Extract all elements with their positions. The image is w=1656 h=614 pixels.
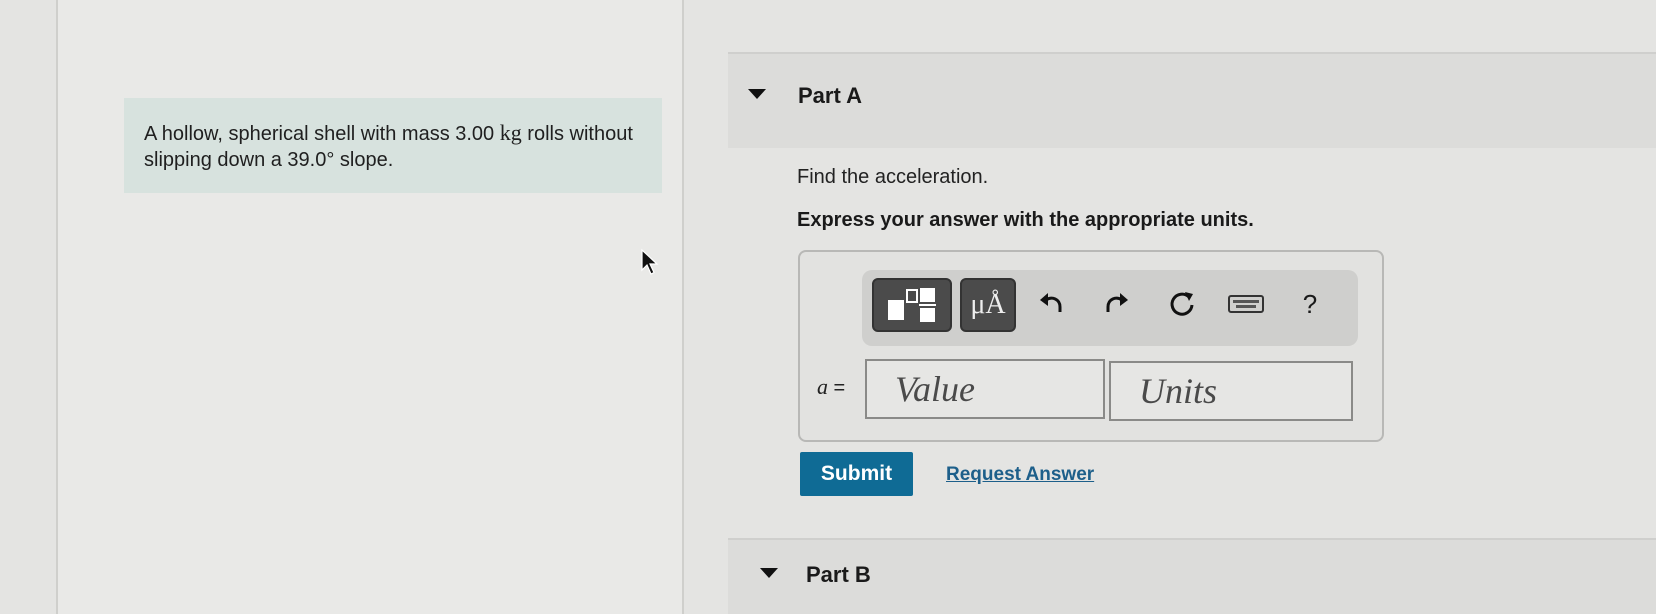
collapse-caret-icon[interactable] — [748, 89, 766, 99]
part-a-header[interactable]: Part A — [728, 52, 1656, 148]
undo-icon[interactable] — [1032, 284, 1072, 324]
problem-text-start: A hollow, spherical shell with mass 3.00 — [144, 123, 500, 145]
variable-name: a — [817, 374, 828, 399]
units-input[interactable] — [1109, 361, 1353, 421]
value-input[interactable] — [865, 359, 1105, 419]
fraction-templates-icon — [888, 288, 936, 322]
redo-icon[interactable] — [1096, 284, 1136, 324]
center-column-border — [682, 0, 684, 614]
question-text: Find the acceleration. — [797, 166, 989, 188]
keyboard-icon[interactable] — [1222, 284, 1270, 324]
mouse-cursor-icon — [641, 248, 659, 275]
reset-icon[interactable] — [1162, 284, 1202, 324]
part-b-title: Part B — [806, 562, 871, 587]
units-button[interactable]: μÅ — [960, 278, 1016, 332]
help-button[interactable]: ? — [1290, 284, 1330, 324]
problem-panel — [58, 0, 682, 614]
submit-button[interactable]: Submit — [800, 452, 913, 496]
variable-label: a = — [817, 374, 845, 400]
part-b-header[interactable]: Part B — [728, 538, 1656, 614]
part-a-title: Part A — [798, 83, 862, 108]
templates-button[interactable] — [872, 278, 952, 332]
variable-equals: = — [828, 377, 846, 399]
collapse-caret-icon[interactable] — [760, 568, 778, 578]
problem-statement: A hollow, spherical shell with mass 3.00… — [124, 98, 662, 193]
mass-unit: kg — [499, 120, 522, 145]
units-button-label: μÅ — [970, 289, 1006, 320]
request-answer-link[interactable]: Request Answer — [946, 464, 1094, 486]
math-toolbar: μÅ ? — [862, 270, 1358, 346]
instruction-text: Express your answer with the appropriate… — [797, 209, 1254, 231]
